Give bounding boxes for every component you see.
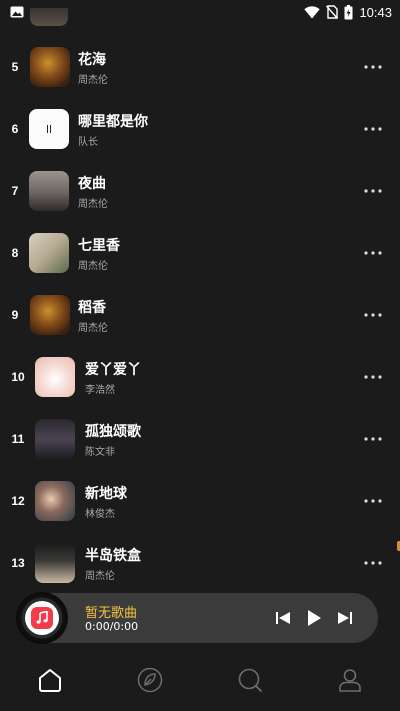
album-disc[interactable]: [16, 592, 68, 644]
song-artist: 林俊杰: [85, 509, 115, 520]
song-index: 6: [11, 122, 19, 136]
song-index: 13: [11, 556, 25, 570]
more-options-button[interactable]: [358, 548, 388, 578]
song-row[interactable]: 7 夜曲 周杰伦: [0, 160, 400, 222]
more-dots-icon: [364, 437, 382, 441]
song-title: 爱丫爱丫: [85, 362, 141, 378]
song-cover: [29, 109, 69, 149]
song-title: 哪里都是你: [78, 114, 148, 130]
song-cover: [30, 295, 70, 335]
song-index: 7: [11, 184, 19, 198]
search-icon: [238, 668, 262, 692]
song-row[interactable]: 9 稻香 周杰伦: [0, 284, 400, 346]
song-title: 七里香: [78, 238, 120, 254]
song-list: 5 花海 周杰伦 6 哪里都是你 队长 7 夜曲 周杰伦 8 七里香 周杰伦 9…: [0, 0, 400, 595]
song-row[interactable]: 5 花海 周杰伦: [0, 36, 400, 98]
song-cover: [35, 543, 75, 583]
nav-profile[interactable]: [336, 666, 364, 694]
song-row[interactable]: 6 哪里都是你 队长: [0, 98, 400, 160]
wifi-icon: [304, 5, 321, 18]
nav-search[interactable]: [236, 666, 264, 694]
more-options-button[interactable]: [358, 424, 388, 454]
song-cover: [30, 47, 70, 87]
image-notification-icon: [10, 6, 24, 18]
more-dots-icon: [364, 561, 382, 565]
bottom-nav: [0, 658, 400, 702]
song-artist: 周杰伦: [78, 261, 108, 272]
song-artist: 陈文非: [85, 447, 115, 458]
song-index: 5: [11, 60, 19, 74]
battery-charging-icon: [344, 4, 353, 19]
song-title: 新地球: [85, 486, 127, 502]
home-icon: [39, 669, 61, 692]
nav-home[interactable]: [36, 666, 64, 694]
song-index: 9: [11, 308, 19, 322]
song-index: 8: [11, 246, 19, 260]
status-bar: 10:43: [0, 0, 400, 24]
more-options-button[interactable]: [358, 300, 388, 330]
status-time: 10:43: [359, 4, 392, 20]
song-cover: [29, 233, 69, 273]
play-button[interactable]: [303, 608, 325, 628]
song-index: 10: [11, 370, 25, 384]
more-options-button[interactable]: [358, 176, 388, 206]
leaf-icon: [137, 667, 163, 693]
song-artist: 周杰伦: [85, 571, 115, 582]
more-options-button[interactable]: [358, 52, 388, 82]
more-dots-icon: [364, 65, 382, 69]
more-dots-icon: [364, 189, 382, 193]
song-title: 半岛铁盒: [85, 548, 141, 564]
song-row[interactable]: 12 新地球 林俊杰: [0, 470, 400, 532]
song-artist: 周杰伦: [78, 199, 108, 210]
now-playing-time: 0:00/0:00: [85, 620, 139, 633]
play-icon: [308, 610, 321, 626]
song-index: 11: [11, 432, 25, 446]
user-icon: [339, 669, 361, 692]
song-cover: [35, 419, 75, 459]
song-cover: [29, 171, 69, 211]
skip-next-icon: [338, 612, 352, 624]
song-artist: 队长: [78, 137, 98, 148]
no-sim-icon: [326, 5, 339, 19]
song-title: 稻香: [78, 300, 106, 316]
song-artist: 李浩然: [85, 385, 115, 396]
music-note-icon: [31, 607, 53, 629]
song-row[interactable]: 13 半岛铁盒 周杰伦: [0, 532, 400, 594]
more-options-button[interactable]: [358, 238, 388, 268]
previous-button[interactable]: [272, 608, 294, 628]
song-artist: 周杰伦: [78, 75, 108, 86]
song-artist: 周杰伦: [78, 323, 108, 334]
more-options-button[interactable]: [358, 114, 388, 144]
more-dots-icon: [364, 313, 382, 317]
more-dots-icon: [364, 375, 382, 379]
song-cover: [35, 357, 75, 397]
song-row[interactable]: 10 爱丫爱丫 李浩然: [0, 346, 400, 408]
more-dots-icon: [364, 499, 382, 503]
song-index: 12: [11, 494, 25, 508]
song-title: 花海: [78, 52, 106, 68]
next-button[interactable]: [334, 608, 356, 628]
more-dots-icon: [364, 251, 382, 255]
more-options-button[interactable]: [358, 486, 388, 516]
song-row[interactable]: 11 孤独颂歌 陈文非: [0, 408, 400, 470]
skip-previous-icon: [276, 612, 290, 624]
more-dots-icon: [364, 127, 382, 131]
nav-discover[interactable]: [136, 666, 164, 694]
song-row[interactable]: 8 七里香 周杰伦: [0, 222, 400, 284]
now-playing-title: 暂无歌曲: [85, 606, 138, 621]
song-title: 夜曲: [78, 176, 106, 192]
song-title: 孤独颂歌: [85, 424, 141, 440]
more-options-button[interactable]: [358, 362, 388, 392]
song-cover: [35, 481, 75, 521]
